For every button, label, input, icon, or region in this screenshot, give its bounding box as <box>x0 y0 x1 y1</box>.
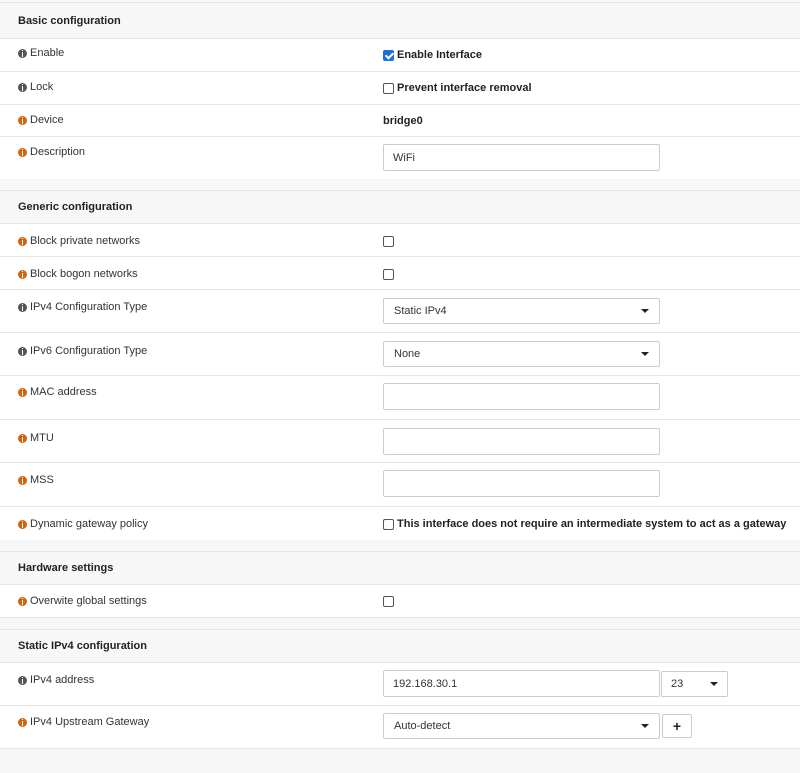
add-gateway-button[interactable]: + <box>662 714 692 738</box>
caret-down-icon <box>641 352 649 356</box>
info-icon[interactable] <box>18 302 27 312</box>
lock-label: Lock <box>30 81 54 93</box>
section-title: Hardware settings <box>0 552 800 585</box>
generic-configuration-section: Generic configuration Block private netw… <box>0 190 800 540</box>
info-icon[interactable] <box>18 82 27 92</box>
info-icon[interactable] <box>18 596 27 606</box>
section-title: Generic configuration <box>0 191 800 224</box>
ipv4-type-row: IPv4 Configuration Type Static IPv4 <box>0 290 800 333</box>
basic-configuration-section: Basic configuration Enable Enable Interf… <box>0 2 800 179</box>
overwrite-checkbox[interactable] <box>383 596 394 607</box>
ipv4-type-select[interactable]: Static IPv4 <box>383 298 660 324</box>
mtu-row: MTU <box>0 420 800 463</box>
ipv4-gateway-value: Auto-detect <box>394 720 451 732</box>
info-icon[interactable] <box>18 346 27 356</box>
device-label: Device <box>30 114 64 126</box>
dynamic-gateway-label: Dynamic gateway policy <box>30 518 148 530</box>
enable-label: Enable <box>30 47 65 59</box>
ipv4-gateway-select[interactable]: Auto-detect <box>383 713 660 739</box>
info-icon[interactable] <box>18 236 27 246</box>
enable-row: Enable Enable Interface <box>0 39 800 72</box>
enable-interface-checkbox[interactable] <box>383 49 394 61</box>
block-private-checkbox[interactable] <box>383 236 394 247</box>
mss-row: MSS <box>0 463 800 507</box>
info-icon[interactable] <box>18 519 27 529</box>
info-icon[interactable] <box>18 48 27 58</box>
overwrite-label: Overwite global settings <box>30 595 147 607</box>
description-input[interactable]: WiFi <box>383 144 660 171</box>
ipv4-prefix-select[interactable]: 23 <box>661 670 728 697</box>
description-row: Description WiFi <box>0 137 800 179</box>
mac-input[interactable] <box>383 383 660 410</box>
mac-label: MAC address <box>30 386 97 398</box>
overwrite-row: Overwite global settings <box>0 585 800 617</box>
description-label: Description <box>30 146 86 158</box>
mac-row: MAC address <box>0 376 800 420</box>
block-private-row: Block private networks <box>0 224 800 257</box>
ipv6-type-label: IPv6 Configuration Type <box>30 345 148 357</box>
caret-down-icon <box>710 681 718 686</box>
info-icon[interactable] <box>18 115 27 125</box>
block-bogon-checkbox[interactable] <box>383 269 394 280</box>
caret-down-icon <box>641 724 649 728</box>
info-icon[interactable] <box>18 717 27 727</box>
prevent-removal-label[interactable]: Prevent interface removal <box>397 82 532 94</box>
ipv6-type-value: None <box>394 348 421 360</box>
device-row: Device bridge0 <box>0 105 800 137</box>
section-title: Static IPv4 configuration <box>0 630 800 663</box>
info-icon[interactable] <box>18 675 27 685</box>
ipv4-type-label: IPv4 Configuration Type <box>30 301 148 313</box>
ipv4-type-value: Static IPv4 <box>394 305 447 317</box>
mtu-input[interactable] <box>383 428 660 455</box>
mss-input[interactable] <box>383 470 660 497</box>
ipv4-prefix-value: 23 <box>671 677 684 690</box>
block-private-label: Block private networks <box>30 235 141 247</box>
ipv4-address-input[interactable]: 192.168.30.1 <box>383 670 660 697</box>
section-title: Basic configuration <box>0 3 800 39</box>
hardware-settings-section: Hardware settings Overwite global settin… <box>0 551 800 618</box>
mss-label: MSS <box>30 474 54 486</box>
ipv4-gateway-row: IPv4 Upstream Gateway Auto-detect + <box>0 706 800 748</box>
info-icon[interactable] <box>18 387 27 397</box>
info-icon[interactable] <box>18 433 27 443</box>
block-bogon-label: Block bogon networks <box>30 268 138 280</box>
info-icon[interactable] <box>18 269 27 279</box>
ipv6-type-row: IPv6 Configuration Type None <box>0 333 800 376</box>
ipv4-address-label: IPv4 address <box>30 674 95 686</box>
dynamic-gateway-checkbox-label[interactable]: This interface does not require an inter… <box>397 518 786 530</box>
enable-interface-label[interactable]: Enable Interface <box>397 49 482 61</box>
dynamic-gateway-row: Dynamic gateway policy This interface do… <box>0 507 800 540</box>
static-ipv4-section: Static IPv4 configuration IPv4 address 1… <box>0 629 800 749</box>
prevent-removal-checkbox[interactable] <box>383 82 394 94</box>
ipv4-gateway-label: IPv4 Upstream Gateway <box>30 716 150 728</box>
mtu-label: MTU <box>30 432 54 444</box>
info-icon[interactable] <box>18 147 27 157</box>
caret-down-icon <box>641 309 649 313</box>
block-bogon-row: Block bogon networks <box>0 257 800 290</box>
ipv4-address-row: IPv4 address 192.168.30.1 23 <box>0 663 800 706</box>
device-value: bridge0 <box>383 115 423 127</box>
lock-row: Lock Prevent interface removal <box>0 72 800 105</box>
ipv6-type-select[interactable]: None <box>383 341 660 367</box>
dynamic-gateway-checkbox[interactable] <box>383 518 394 530</box>
info-icon[interactable] <box>18 475 27 485</box>
